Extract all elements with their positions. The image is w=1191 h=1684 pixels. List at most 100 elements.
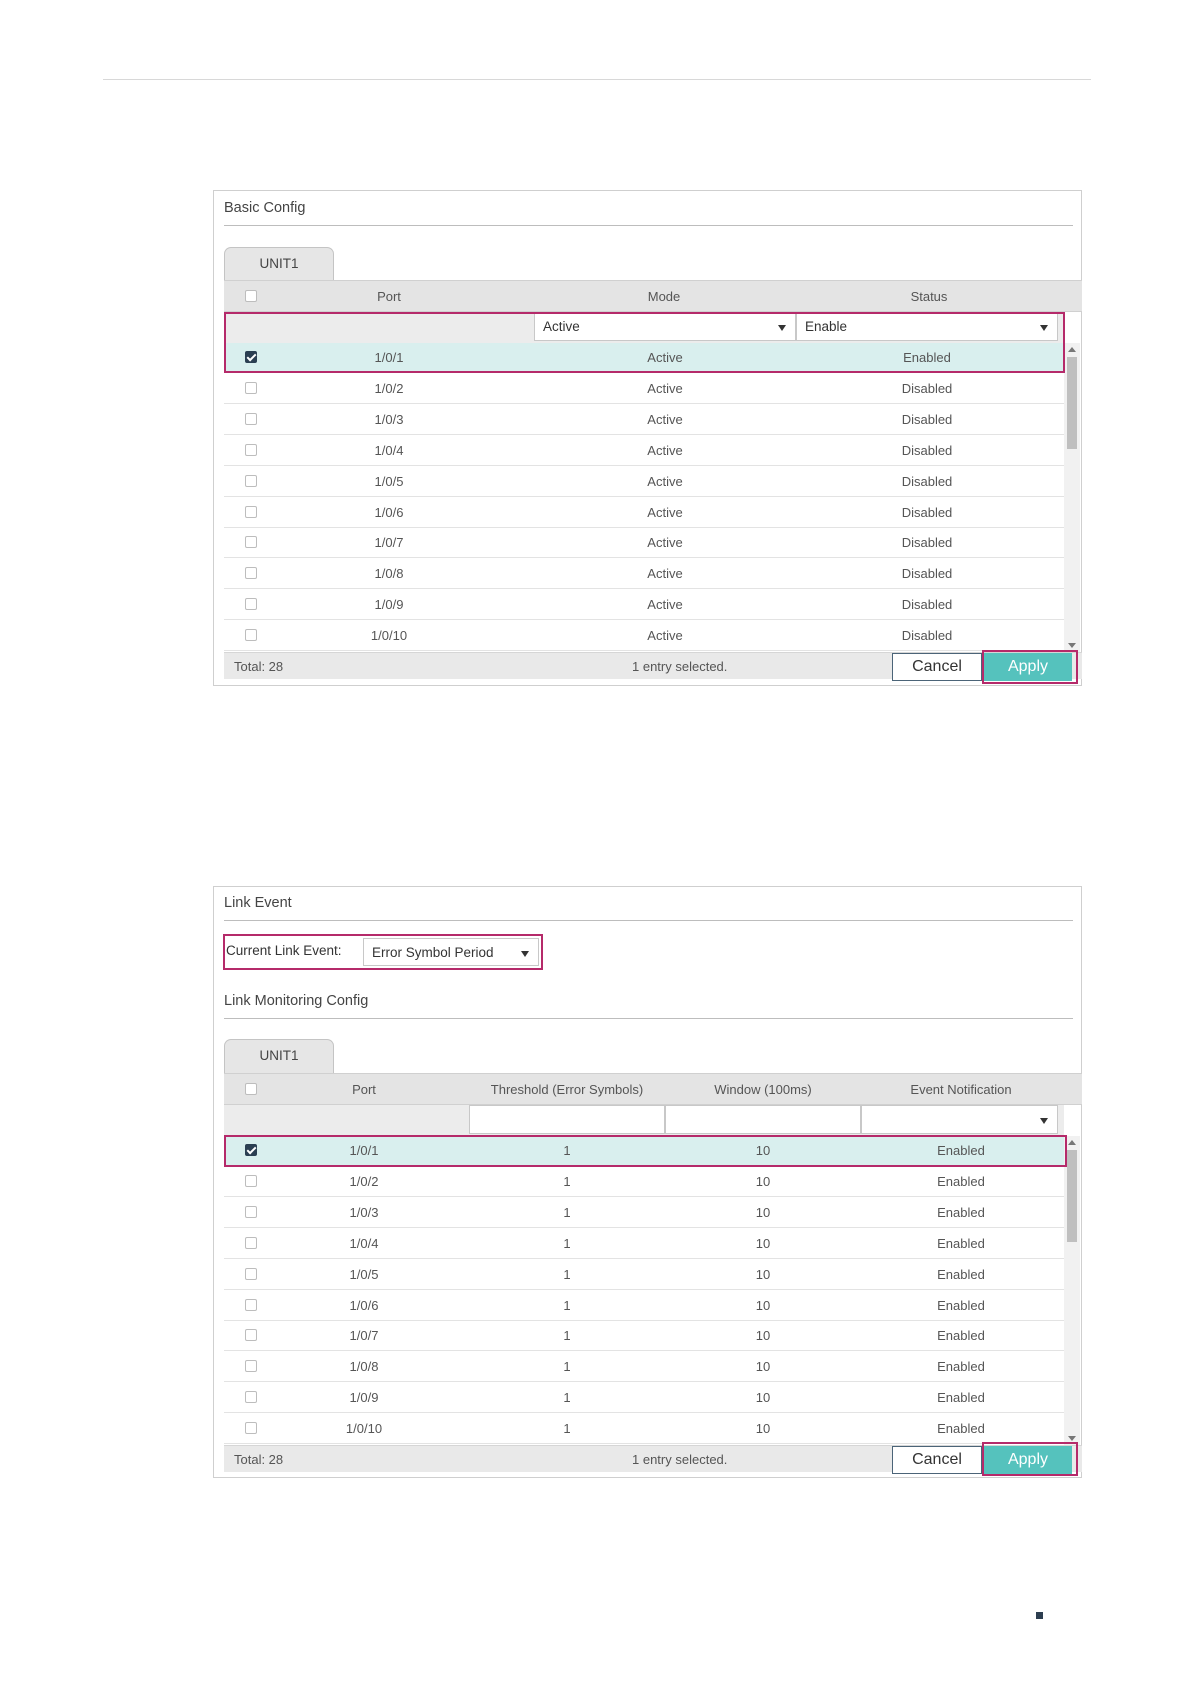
link-monitoring-scrollbar[interactable] xyxy=(1064,1136,1080,1445)
row-checkbox[interactable] xyxy=(245,351,257,363)
current-link-event-value: Error Symbol Period xyxy=(372,944,494,960)
apply-button[interactable]: Apply xyxy=(984,1446,1072,1474)
column-header-window: Window (100ms) xyxy=(714,1081,812,1097)
mode-filter-select[interactable]: Active xyxy=(534,312,796,341)
link-monitoring-tab-unit1[interactable]: UNIT1 xyxy=(224,1039,334,1073)
scroll-thumb[interactable] xyxy=(1067,1150,1077,1242)
row-checkbox[interactable] xyxy=(245,1360,257,1373)
cell-mode: Active xyxy=(647,350,683,365)
table-row[interactable]: 1/0/7 Active Disabled xyxy=(224,528,1064,559)
table-row[interactable]: 1/0/8 Active Disabled xyxy=(224,559,1064,590)
row-checkbox[interactable] xyxy=(245,1144,257,1156)
cell-port: 1/0/9 xyxy=(374,597,404,613)
row-checkbox[interactable] xyxy=(245,381,257,394)
table-row[interactable]: 1/0/4 Active Disabled xyxy=(224,435,1064,466)
cancel-button[interactable]: Cancel xyxy=(892,653,982,681)
table-row[interactable]: 1/0/2 Active Disabled xyxy=(224,373,1064,404)
table-row[interactable]: 1/0/9 Active Disabled xyxy=(224,590,1064,621)
basic-config-scrollbar[interactable] xyxy=(1064,343,1080,652)
row-checkbox[interactable] xyxy=(245,629,257,642)
table-row[interactable]: 1/0/9 1 10 Enabled xyxy=(224,1383,1064,1414)
current-link-event-select[interactable]: Error Symbol Period xyxy=(363,938,539,966)
row-checkbox[interactable] xyxy=(245,1298,257,1311)
table-row[interactable]: 1/0/4 1 10 Enabled xyxy=(224,1228,1064,1259)
scroll-down-icon[interactable] xyxy=(1068,1436,1076,1441)
cell-port: 1/0/9 xyxy=(349,1390,379,1406)
cell-mode: Active xyxy=(647,473,683,489)
table-row[interactable]: 1/0/3 Active Disabled xyxy=(224,404,1064,435)
cell-status: Disabled xyxy=(901,597,953,613)
cell-notification: Enabled xyxy=(937,1390,985,1406)
cell-notification: Enabled xyxy=(937,1143,985,1158)
cell-window: 10 xyxy=(755,1328,771,1344)
window-filter-input[interactable] xyxy=(665,1105,861,1134)
threshold-filter-input[interactable] xyxy=(469,1105,665,1134)
basic-config-tab-unit1[interactable]: UNIT1 xyxy=(224,247,334,281)
status-filter-select[interactable]: Enable xyxy=(796,312,1058,341)
event-notification-filter-select[interactable] xyxy=(861,1105,1058,1134)
cell-window: 10 xyxy=(755,1390,771,1406)
table-row[interactable]: 1/0/8 1 10 Enabled xyxy=(224,1352,1064,1383)
cell-mode: Active xyxy=(647,442,683,458)
row-checkbox[interactable] xyxy=(245,1422,257,1435)
table-row[interactable]: 1/0/10 Active Disabled xyxy=(224,621,1064,652)
cell-mode: Active xyxy=(647,597,683,613)
cell-threshold: 1 xyxy=(563,1359,571,1375)
table-row[interactable]: 1/0/7 1 10 Enabled xyxy=(224,1321,1064,1352)
cell-port: 1/0/1 xyxy=(374,350,404,365)
table-row[interactable]: 1/0/5 Active Disabled xyxy=(224,466,1064,497)
cell-window: 10 xyxy=(755,1359,771,1375)
chevron-down-icon xyxy=(778,325,786,331)
cancel-button[interactable]: Cancel xyxy=(892,1446,982,1474)
table-row[interactable]: 1/0/1 1 10 Enabled xyxy=(224,1136,1064,1166)
select-all-checkbox[interactable] xyxy=(245,1083,257,1095)
scroll-down-icon[interactable] xyxy=(1068,643,1076,648)
table-row[interactable]: 1/0/3 1 10 Enabled xyxy=(224,1197,1064,1228)
row-checkbox[interactable] xyxy=(245,1391,257,1404)
table-row[interactable]: 1/0/6 Active Disabled xyxy=(224,497,1064,528)
cell-threshold: 1 xyxy=(563,1297,571,1313)
row-checkbox[interactable] xyxy=(245,1205,257,1218)
cell-port: 1/0/8 xyxy=(349,1359,379,1375)
column-header-status: Status xyxy=(910,288,948,304)
cell-threshold: 1 xyxy=(563,1421,571,1437)
row-checkbox[interactable] xyxy=(245,412,257,425)
row-checkbox[interactable] xyxy=(245,474,257,487)
row-checkbox[interactable] xyxy=(245,1329,257,1342)
cell-port: 1/0/6 xyxy=(374,504,404,520)
table-row[interactable]: 1/0/5 1 10 Enabled xyxy=(224,1259,1064,1290)
link-monitoring-footer: Total: 28 1 entry selected. Cancel Apply xyxy=(224,1445,1082,1474)
apply-button[interactable]: Apply xyxy=(984,653,1072,681)
select-all-checkbox[interactable] xyxy=(245,290,257,302)
table-row[interactable]: 1/0/10 1 10 Enabled xyxy=(224,1414,1064,1445)
cell-port: 1/0/4 xyxy=(374,442,404,458)
cell-port: 1/0/7 xyxy=(374,535,404,551)
row-checkbox[interactable] xyxy=(245,505,257,518)
cell-status: Disabled xyxy=(901,535,953,551)
row-checkbox[interactable] xyxy=(245,536,257,549)
cell-window: 10 xyxy=(755,1297,771,1313)
cell-window: 10 xyxy=(755,1235,771,1251)
cell-notification: Enabled xyxy=(937,1297,985,1313)
scroll-up-icon[interactable] xyxy=(1068,347,1076,352)
row-checkbox[interactable] xyxy=(245,598,257,611)
cell-status: Disabled xyxy=(901,473,953,489)
cell-port: 1/0/5 xyxy=(349,1266,379,1282)
row-checkbox[interactable] xyxy=(245,567,257,580)
cell-threshold: 1 xyxy=(563,1143,571,1158)
cell-notification: Enabled xyxy=(937,1204,985,1220)
table-row[interactable]: 1/0/2 1 10 Enabled xyxy=(224,1166,1064,1197)
scroll-up-icon[interactable] xyxy=(1068,1140,1076,1145)
table-row[interactable]: 1/0/1 Active Enabled xyxy=(224,343,1064,373)
table-row[interactable]: 1/0/6 1 10 Enabled xyxy=(224,1290,1064,1321)
cell-status: Disabled xyxy=(901,628,953,644)
row-checkbox[interactable] xyxy=(245,1174,257,1187)
row-checkbox[interactable] xyxy=(245,1267,257,1280)
row-checkbox[interactable] xyxy=(245,443,257,456)
cell-status: Disabled xyxy=(901,566,953,582)
row-checkbox[interactable] xyxy=(245,1236,257,1249)
column-header-port: Port xyxy=(377,288,401,304)
link-event-panel: Link Event Current Link Event: Error Sym… xyxy=(213,886,1082,1478)
cell-port: 1/0/3 xyxy=(374,411,404,427)
scroll-thumb[interactable] xyxy=(1067,357,1077,449)
